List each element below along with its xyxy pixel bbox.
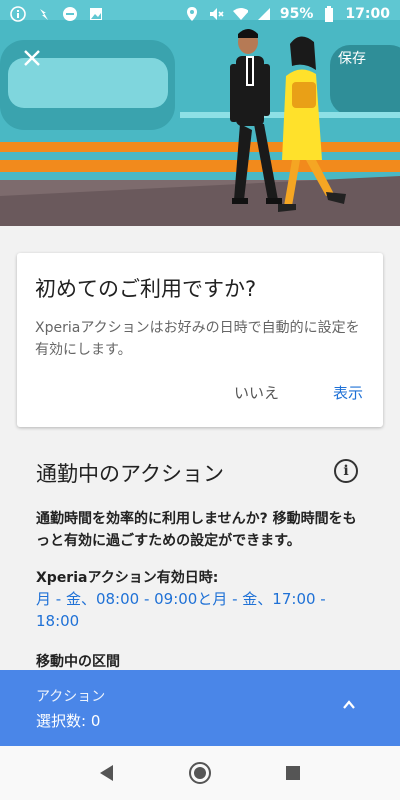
- navigation-bar: [0, 746, 400, 800]
- mute-icon: [208, 6, 224, 22]
- section-title: 通勤中のアクション: [36, 462, 224, 486]
- commute-description: 通勤時間を効率的に利用しませんか? 移動時間をもっと有効に過ごすための設定ができ…: [36, 511, 357, 549]
- card-title: 初めてのご利用ですか?: [35, 277, 257, 301]
- close-icon: [24, 50, 40, 66]
- action-bar-count: 選択数: 0: [36, 712, 101, 730]
- info-icon[interactable]: i: [334, 459, 358, 483]
- screen: 95% 17:00 保存 初めてのご利用ですか? Xperiaアクションはお好み…: [0, 0, 400, 800]
- info-icon: [10, 6, 26, 22]
- image-icon: [88, 6, 104, 22]
- recents-icon: [286, 766, 301, 780]
- wifi-icon: [232, 6, 248, 22]
- save-button[interactable]: 保存: [338, 48, 366, 68]
- card-body: Xperiaアクションはお好みの日時で自動的に設定を有効にします。: [35, 320, 360, 358]
- home-button[interactable]: [188, 761, 212, 785]
- no-button[interactable]: いいえ: [234, 382, 279, 403]
- card-actions: いいえ 表示: [234, 382, 363, 403]
- back-icon: [99, 765, 113, 781]
- action-bar-label: アクション: [36, 689, 106, 705]
- clock: 17:00: [345, 6, 390, 22]
- status-bar: 95% 17:00: [0, 0, 400, 28]
- recents-button[interactable]: [281, 761, 305, 785]
- schedule-link[interactable]: 月 - 金、08:00 - 09:00と月 - 金、17:00 - 18:00: [36, 588, 356, 632]
- battery-icon: [321, 6, 337, 22]
- first-time-card: 初めてのご利用ですか? Xperiaアクションはお好みの日時で自動的に設定を有効…: [17, 253, 383, 427]
- flash-icon: [36, 6, 52, 22]
- show-button[interactable]: 表示: [333, 382, 363, 403]
- segment-label: 移動中の区間: [36, 654, 120, 670]
- signal-icon: [256, 6, 272, 22]
- hero-train-scene: [0, 0, 400, 226]
- action-bar[interactable]: アクション 選択数: 0: [0, 670, 400, 746]
- home-icon: [188, 762, 211, 784]
- active-datetime-label: Xperiaアクション有効日時:: [36, 570, 219, 586]
- dnd-icon: [62, 6, 78, 22]
- chevron-up-icon[interactable]: [342, 698, 356, 712]
- hero-illustration: [0, 0, 400, 226]
- close-button[interactable]: [18, 44, 46, 72]
- back-button[interactable]: [95, 761, 119, 785]
- battery-percent: 95%: [279, 6, 314, 22]
- location-icon: [184, 6, 200, 22]
